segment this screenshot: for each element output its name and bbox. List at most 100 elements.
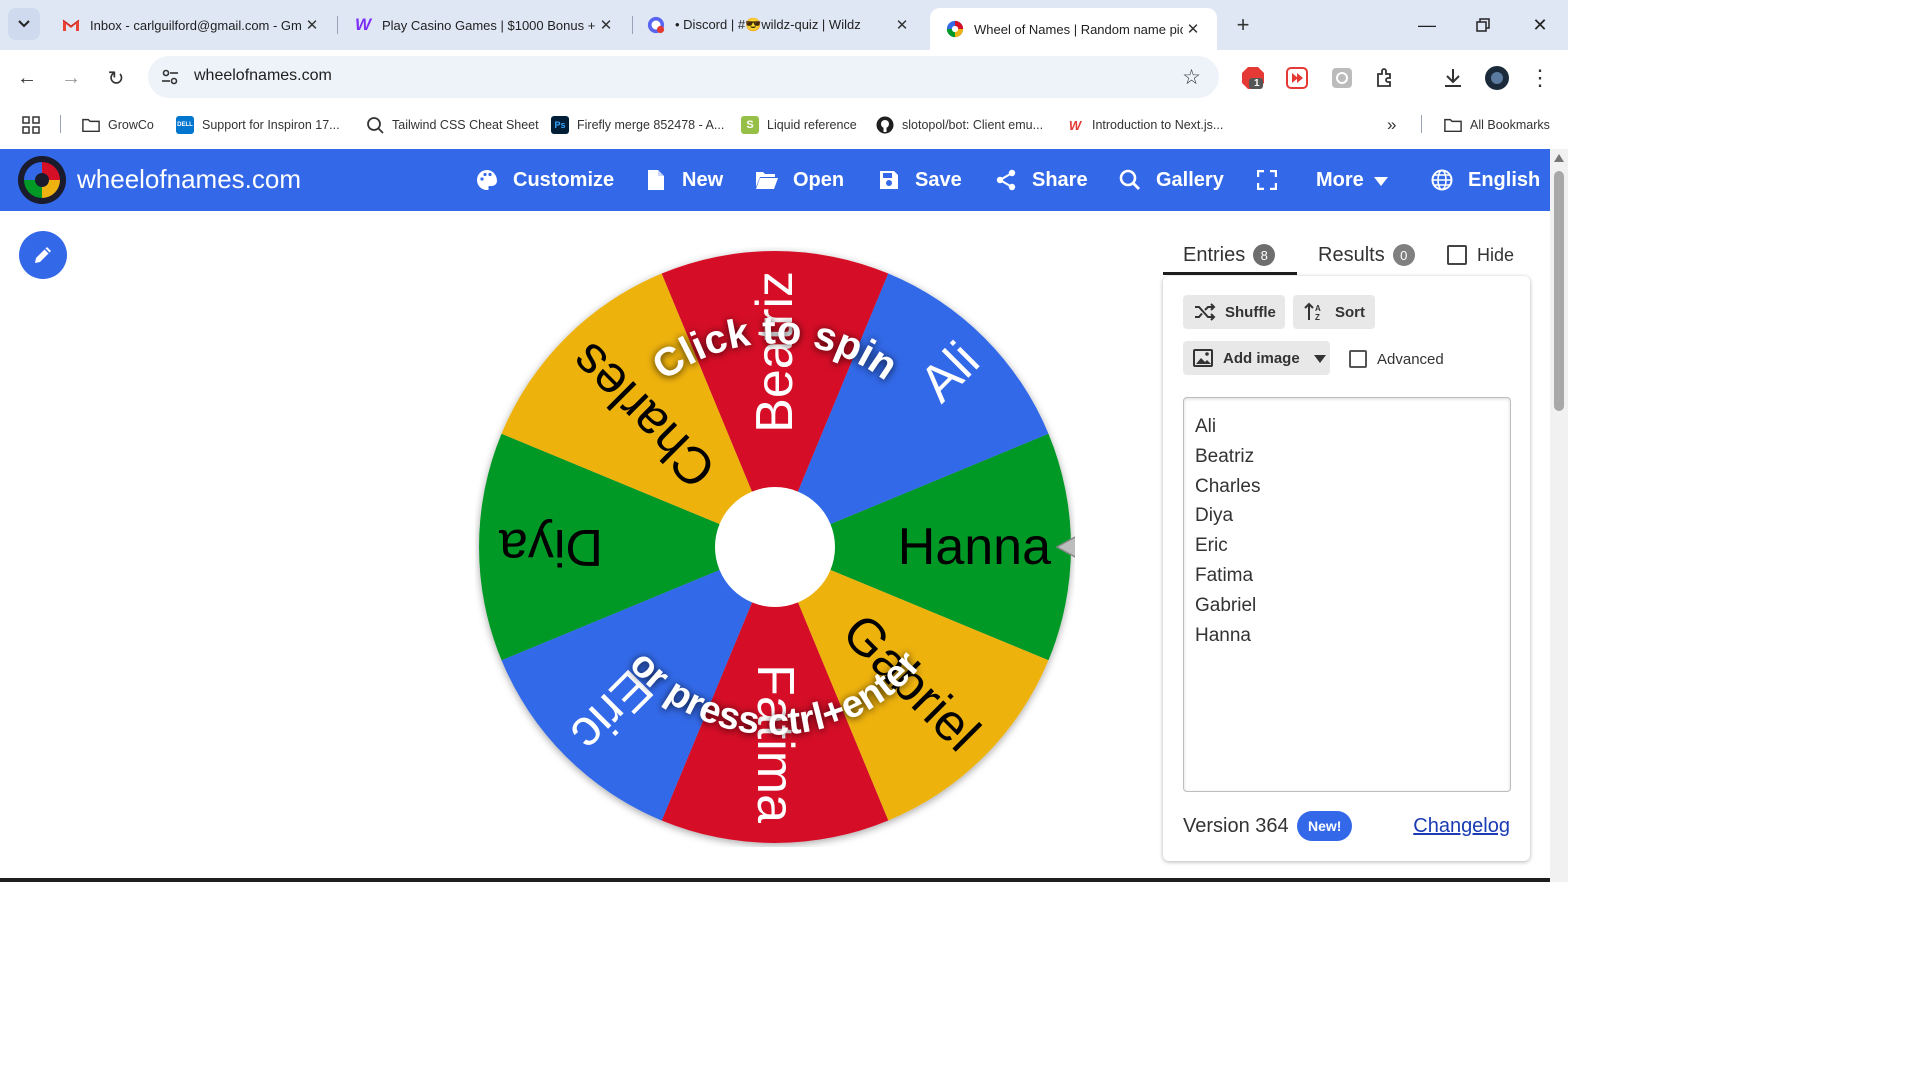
tab-title: Play Casino Games | $1000 Bonus + 2	[382, 17, 596, 33]
shuffle-button[interactable]: Shuffle	[1183, 295, 1285, 329]
restore-button[interactable]	[1470, 12, 1496, 38]
sort-button[interactable]: AZ Sort	[1293, 295, 1375, 329]
wheel-center[interactable]	[715, 487, 835, 607]
bookmark-liquid[interactable]: S Liquid reference	[741, 115, 857, 135]
browser-tab-discord[interactable]: • Discord | #😎wildz-quiz | Wildz ✕	[631, 8, 926, 42]
hide-toggle[interactable]: Hide	[1447, 240, 1514, 270]
menu-gallery[interactable]: Gallery	[1118, 166, 1224, 194]
scroll-up-icon	[1554, 154, 1564, 162]
reload-icon: ↻	[107, 67, 125, 90]
button-label: Sort	[1335, 303, 1365, 321]
bookmark-github[interactable]: slotopol/bot: Client emu...	[876, 115, 1043, 135]
bookmark-nextjs[interactable]: W Introduction to Next.js...	[1066, 115, 1223, 135]
tab-title: • Discord | #😎wildz-quiz | Wildz	[675, 17, 861, 32]
bookmark-label: Introduction to Next.js...	[1092, 118, 1224, 132]
changelog-link[interactable]: Changelog	[1413, 815, 1510, 838]
spin-wheel[interactable]: HannaGabrielFatimaEricDiyaCharles Beatriz…	[475, 247, 1075, 847]
entry-item[interactable]: Hanna	[1184, 621, 1510, 651]
menu-label: Gallery	[1156, 168, 1224, 191]
bookmark-label: Support for Inspiron 17...	[202, 118, 340, 132]
extension-adblock[interactable]: 1	[1240, 65, 1266, 91]
bookmarks-overflow-button[interactable]: »	[1387, 115, 1396, 135]
menu-open[interactable]: Open	[755, 166, 844, 194]
app-logo[interactable]	[18, 156, 66, 204]
advanced-toggle[interactable]: Advanced	[1349, 348, 1444, 370]
extension-chatgpt[interactable]	[1329, 65, 1355, 91]
avatar-icon	[1485, 66, 1509, 90]
browser-toolbar: ← → ↻ wheelofnames.com ☆ 1 ⋮	[0, 50, 1568, 105]
entry-item[interactable]: Ali	[1184, 412, 1510, 442]
brand-name[interactable]: wheelofnames.com	[77, 164, 301, 195]
minimize-icon: —	[1418, 14, 1436, 35]
menu-more[interactable]: More	[1316, 166, 1388, 194]
menu-save[interactable]: Save	[877, 166, 962, 194]
bookmark-tailwind[interactable]: Tailwind CSS Cheat Sheet	[366, 115, 539, 135]
profile-avatar[interactable]	[1484, 65, 1510, 91]
close-icon[interactable]: ✕	[1183, 19, 1203, 39]
tab-entries[interactable]: Entries 8	[1183, 240, 1276, 270]
edit-button[interactable]	[19, 231, 67, 279]
download-icon	[1445, 69, 1461, 87]
extension-video[interactable]	[1284, 65, 1310, 91]
entry-item[interactable]: Beatriz	[1184, 442, 1510, 472]
add-image-button[interactable]: Add image	[1183, 341, 1330, 375]
browser-tab-gmail[interactable]: Inbox - carlguilford@gmail.com - Gm ✕	[46, 8, 336, 42]
all-bookmarks-button[interactable]: All Bookmarks	[1444, 115, 1550, 135]
plus-icon: +	[1236, 12, 1250, 37]
page-scrollbar[interactable]	[1550, 149, 1568, 882]
forward-button[interactable]: →	[57, 64, 85, 92]
tab-search-button[interactable]	[8, 8, 40, 40]
entry-item[interactable]: Charles	[1184, 472, 1510, 502]
close-window-button[interactable]: ✕	[1527, 12, 1553, 38]
shuffle-icon	[1193, 300, 1217, 324]
scrollbar-thumb[interactable]	[1554, 171, 1564, 411]
entry-item[interactable]: Diya	[1184, 501, 1510, 531]
close-icon[interactable]: ✕	[596, 15, 616, 35]
tab-results[interactable]: Results 0	[1318, 240, 1415, 270]
menu-share[interactable]: Share	[994, 166, 1088, 194]
caret-down-icon	[1373, 169, 1388, 192]
file-icon	[644, 168, 668, 192]
entry-item[interactable]: Fatima	[1184, 561, 1510, 591]
menu-language[interactable]: English	[1430, 166, 1540, 194]
button-label: Add image	[1223, 349, 1300, 367]
sort-icon: AZ	[1303, 300, 1327, 324]
menu-new[interactable]: New	[644, 166, 723, 194]
address-bar[interactable]: wheelofnames.com ☆	[148, 56, 1219, 98]
bookmark-label: Liquid reference	[767, 118, 857, 132]
menu-label: New	[682, 168, 724, 191]
close-icon[interactable]: ✕	[892, 15, 912, 35]
github-icon	[876, 116, 894, 134]
bookmark-dell[interactable]: DELL Support for Inspiron 17...	[176, 115, 340, 135]
entry-item[interactable]: Gabriel	[1184, 591, 1510, 621]
back-button[interactable]: ←	[13, 64, 41, 92]
new-badge: New!	[1297, 811, 1353, 841]
new-tab-button[interactable]: +	[1230, 12, 1256, 38]
apps-button[interactable]	[22, 115, 40, 135]
share-icon	[994, 168, 1018, 192]
wildz-icon: W	[354, 15, 372, 34]
bookmark-star-icon[interactable]: ☆	[1182, 65, 1201, 90]
browser-tab-wheelofnames[interactable]: Wheel of Names | Random name pick ✕	[930, 8, 1217, 50]
extensions-button[interactable]	[1373, 65, 1399, 91]
dell-icon: DELL	[176, 116, 194, 134]
entry-item[interactable]: Eric	[1184, 531, 1510, 561]
minimize-button[interactable]: —	[1414, 12, 1440, 38]
openai-icon	[1332, 68, 1352, 88]
menu-fullscreen[interactable]	[1255, 166, 1293, 194]
entries-textarea[interactable]: Ali Beatriz Charles Diya Eric Fatima Gabriel Ha…	[1183, 397, 1511, 792]
folder-icon	[82, 116, 100, 134]
browser-tab-casino[interactable]: W Play Casino Games | $1000 Bonus + 2 ✕	[338, 8, 630, 42]
close-icon[interactable]: ✕	[302, 15, 322, 35]
reload-button[interactable]: ↻	[102, 64, 130, 92]
downloads-button[interactable]	[1440, 65, 1466, 91]
search-icon	[1118, 168, 1142, 192]
advanced-checkbox[interactable]	[1349, 350, 1367, 368]
arrow-left-icon: ←	[17, 66, 37, 89]
bookmark-growco[interactable]: GrowCo	[82, 115, 154, 135]
bookmark-firefly[interactable]: Ps Firefly merge 852478 - A...	[551, 115, 724, 135]
browser-menu-button[interactable]: ⋮	[1527, 65, 1553, 91]
restore-icon	[1476, 18, 1490, 32]
menu-customize[interactable]: Customize	[475, 166, 614, 194]
hide-checkbox[interactable]	[1447, 245, 1467, 265]
